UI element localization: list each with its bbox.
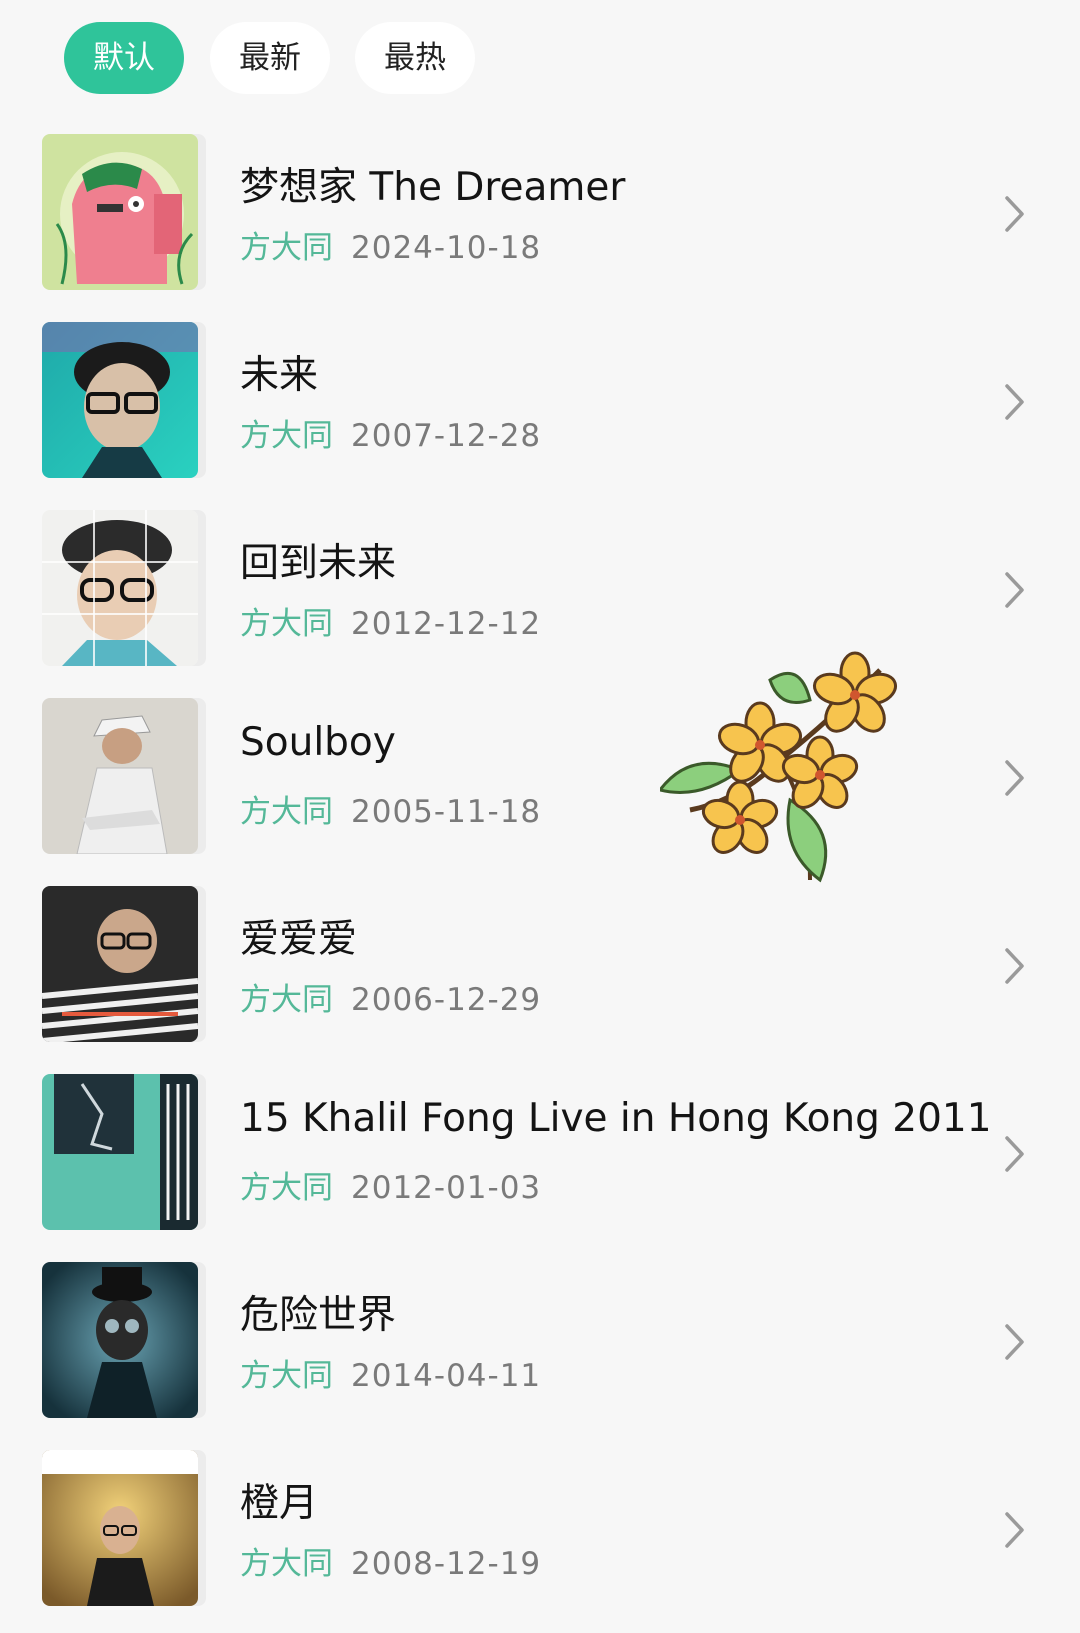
album-meta: 方大同 2007-12-28 (240, 410, 541, 455)
album-meta: 方大同 2008-12-19 (240, 1538, 541, 1583)
album-release-date: 2005-11-18 (351, 794, 542, 830)
sort-tab-hottest[interactable]: 最热 (355, 22, 475, 94)
album-meta: 方大同 2012-01-03 (240, 1162, 541, 1207)
album-release-date: 2008-12-19 (351, 1546, 542, 1582)
album-title: 爱爱爱 (240, 917, 358, 962)
album-title: Soulboy (240, 720, 396, 765)
sort-bar: 默认 最新 最热 (0, 0, 1080, 115)
album-artist: 方大同 (240, 606, 333, 642)
album-cover (42, 322, 198, 478)
album-cover (42, 1450, 198, 1606)
album-meta: 方大同 2006-12-29 (240, 974, 541, 1019)
album-meta: 方大同 2014-04-11 (240, 1350, 541, 1395)
album-title: 回到未来 (240, 541, 397, 586)
album-release-date: 2024-10-18 (351, 230, 542, 266)
album-cover (42, 886, 198, 1042)
chevron-right-icon (1005, 1136, 1024, 1172)
album-cover (42, 1074, 198, 1230)
album-meta: 方大同 2012-12-12 (240, 598, 541, 643)
flower-sticker-icon (660, 651, 898, 883)
album-list-page: 默认 最新 最热 梦想家 The Dreamer 方大同 2024-10-18 … (0, 0, 1080, 1633)
chevron-right-icon (1005, 196, 1024, 232)
album-meta: 方大同 2005-11-18 (240, 786, 541, 831)
chevron-right-icon (1005, 572, 1024, 608)
album-row[interactable]: 15 Khalil Fong Live in Hong Kong 2011 方大… (0, 1068, 1080, 1230)
album-title: 橙月 (240, 1481, 319, 1526)
album-artist: 方大同 (240, 230, 333, 266)
album-title: 15 Khalil Fong Live in Hong Kong 2011 (240, 1096, 992, 1141)
album-artist: 方大同 (240, 418, 333, 454)
album-release-date: 2014-04-11 (351, 1358, 542, 1394)
album-cover (42, 1262, 198, 1418)
album-meta: 方大同 2024-10-18 (240, 222, 541, 267)
album-cover (42, 134, 198, 290)
album-release-date: 2007-12-28 (351, 418, 542, 454)
album-release-date: 2006-12-29 (351, 982, 542, 1018)
chevron-right-icon (1005, 948, 1024, 984)
album-release-date: 2012-01-03 (351, 1170, 542, 1206)
album-row[interactable]: 危险世界 方大同 2014-04-11 (0, 1256, 1080, 1418)
album-release-date: 2012-12-12 (351, 606, 542, 642)
album-artist: 方大同 (240, 794, 333, 830)
album-row[interactable]: 橙月 方大同 2008-12-19 (0, 1444, 1080, 1606)
album-title: 危险世界 (240, 1293, 397, 1338)
album-row[interactable]: 回到未来 方大同 2012-12-12 (0, 504, 1080, 666)
sort-tab-latest[interactable]: 最新 (210, 22, 330, 94)
album-title: 未来 (240, 353, 319, 398)
chevron-right-icon (1005, 760, 1024, 796)
album-row[interactable]: 未来 方大同 2007-12-28 (0, 316, 1080, 478)
album-artist: 方大同 (240, 982, 333, 1018)
chevron-right-icon (1005, 1324, 1024, 1360)
album-cover (42, 510, 198, 666)
album-cover (42, 698, 198, 854)
album-artist: 方大同 (240, 1358, 333, 1394)
chevron-right-icon (1005, 384, 1024, 420)
album-title: 梦想家 The Dreamer (240, 165, 626, 210)
album-artist: 方大同 (240, 1546, 333, 1582)
sort-tab-default[interactable]: 默认 (64, 22, 184, 94)
chevron-right-icon (1005, 1512, 1024, 1548)
album-row[interactable]: 梦想家 The Dreamer 方大同 2024-10-18 (0, 128, 1080, 290)
album-artist: 方大同 (240, 1170, 333, 1206)
